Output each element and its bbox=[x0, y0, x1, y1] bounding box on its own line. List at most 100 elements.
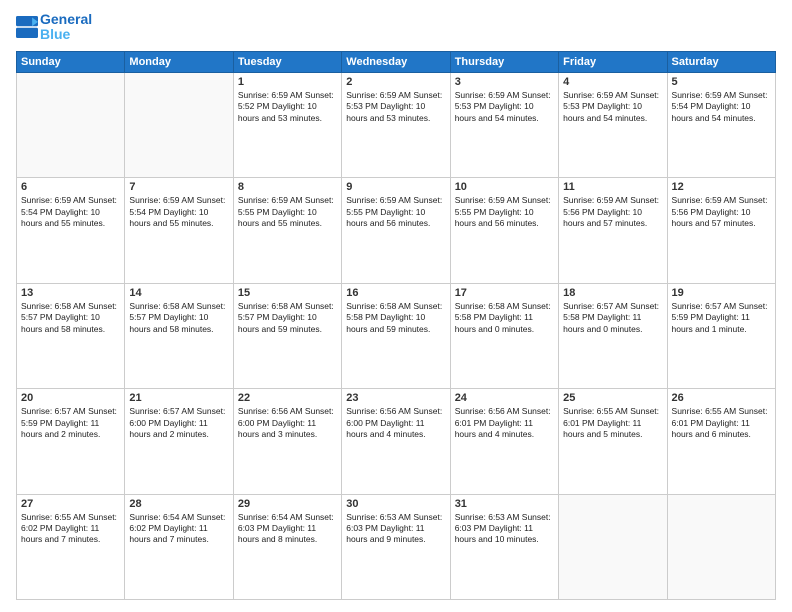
calendar-cell: 29 Sunrise: 6:54 AM Sunset: 6:03 PM Dayli… bbox=[233, 494, 341, 599]
header: General Blue bbox=[16, 12, 776, 43]
day-number: 13 bbox=[21, 287, 120, 299]
logo-icon bbox=[16, 16, 38, 38]
weekday-header: Tuesday bbox=[233, 51, 341, 72]
calendar-cell bbox=[17, 72, 125, 177]
weekday-header: Thursday bbox=[450, 51, 558, 72]
calendar-cell: 3Sunrise: 6:59 AM Sunset: 5:53 PM Daylig… bbox=[450, 72, 558, 177]
cell-info: Sunrise: 6:59 AM Sunset: 5:54 PM Dayligh… bbox=[129, 195, 228, 229]
calendar-cell: 13 Sunrise: 6:58 AM Sunset: 5:57 PM Dayli… bbox=[17, 283, 125, 388]
calendar-week-row: 6Sunrise: 6:59 AM Sunset: 5:54 PM Daylig… bbox=[17, 178, 776, 283]
calendar-cell: 2Sunrise: 6:59 AM Sunset: 5:53 PM Daylig… bbox=[342, 72, 450, 177]
calendar-cell: 23 Sunrise: 6:56 AM Sunset: 6:00 PM Dayli… bbox=[342, 389, 450, 494]
cell-info: Sunrise: 6:56 AM Sunset: 6:00 PM Dayligh… bbox=[238, 406, 337, 440]
weekday-header: Saturday bbox=[667, 51, 775, 72]
calendar-header-row: SundayMondayTuesdayWednesdayThursdayFrid… bbox=[17, 51, 776, 72]
day-number: 20 bbox=[21, 392, 120, 404]
calendar-cell bbox=[559, 494, 667, 599]
cell-info: Sunrise: 6:59 AM Sunset: 5:53 PM Dayligh… bbox=[563, 90, 662, 124]
day-number: 15 bbox=[238, 287, 337, 299]
cell-info: Sunrise: 6:57 AM Sunset: 5:59 PM Dayligh… bbox=[21, 406, 120, 440]
cell-info: Sunrise: 6:58 AM Sunset: 5:57 PM Dayligh… bbox=[21, 301, 120, 335]
calendar-cell: 28 Sunrise: 6:54 AM Sunset: 6:02 PM Dayli… bbox=[125, 494, 233, 599]
calendar-cell: 5Sunrise: 6:59 AM Sunset: 5:54 PM Daylig… bbox=[667, 72, 775, 177]
day-number: 19 bbox=[672, 287, 771, 299]
day-number: 11 bbox=[563, 181, 662, 193]
cell-info: Sunrise: 6:56 AM Sunset: 6:01 PM Dayligh… bbox=[455, 406, 554, 440]
calendar-cell: 12 Sunrise: 6:59 AM Sunset: 5:56 PM Dayli… bbox=[667, 178, 775, 283]
day-number: 9 bbox=[346, 181, 445, 193]
day-number: 14 bbox=[129, 287, 228, 299]
calendar-cell: 4 Sunrise: 6:59 AM Sunset: 5:53 PM Daylig… bbox=[559, 72, 667, 177]
cell-info: Sunrise: 6:59 AM Sunset: 5:55 PM Dayligh… bbox=[346, 195, 445, 229]
calendar-cell: 21Sunrise: 6:57 AM Sunset: 6:00 PM Dayli… bbox=[125, 389, 233, 494]
cell-info: Sunrise: 6:57 AM Sunset: 5:59 PM Dayligh… bbox=[672, 301, 771, 335]
cell-info: Sunrise: 6:59 AM Sunset: 5:56 PM Dayligh… bbox=[672, 195, 771, 229]
calendar-week-row: 20 Sunrise: 6:57 AM Sunset: 5:59 PM Dayli… bbox=[17, 389, 776, 494]
day-number: 27 bbox=[21, 498, 120, 510]
day-number: 4 bbox=[563, 76, 662, 88]
day-number: 22 bbox=[238, 392, 337, 404]
calendar-week-row: 1 Sunrise: 6:59 AM Sunset: 5:52 PM Daylig… bbox=[17, 72, 776, 177]
calendar-cell: 24 Sunrise: 6:56 AM Sunset: 6:01 PM Dayli… bbox=[450, 389, 558, 494]
day-number: 12 bbox=[672, 181, 771, 193]
cell-info: Sunrise: 6:55 AM Sunset: 6:02 PM Dayligh… bbox=[21, 512, 120, 546]
day-number: 26 bbox=[672, 392, 771, 404]
weekday-header: Monday bbox=[125, 51, 233, 72]
logo-text: General Blue bbox=[40, 12, 92, 43]
day-number: 8 bbox=[238, 181, 337, 193]
calendar-cell: 17Sunrise: 6:58 AM Sunset: 5:58 PM Dayli… bbox=[450, 283, 558, 388]
day-number: 16 bbox=[346, 287, 445, 299]
calendar-week-row: 27 Sunrise: 6:55 AM Sunset: 6:02 PM Dayli… bbox=[17, 494, 776, 599]
cell-info: Sunrise: 6:59 AM Sunset: 5:54 PM Dayligh… bbox=[672, 90, 771, 124]
day-number: 25 bbox=[563, 392, 662, 404]
day-number: 7 bbox=[129, 181, 228, 193]
cell-info: Sunrise: 6:59 AM Sunset: 5:55 PM Dayligh… bbox=[238, 195, 337, 229]
calendar-cell: 9 Sunrise: 6:59 AM Sunset: 5:55 PM Daylig… bbox=[342, 178, 450, 283]
day-number: 29 bbox=[238, 498, 337, 510]
cell-info: Sunrise: 6:58 AM Sunset: 5:57 PM Dayligh… bbox=[129, 301, 228, 335]
calendar-cell: 26 Sunrise: 6:55 AM Sunset: 6:01 PM Dayli… bbox=[667, 389, 775, 494]
calendar-cell: 11 Sunrise: 6:59 AM Sunset: 5:56 PM Dayli… bbox=[559, 178, 667, 283]
day-number: 28 bbox=[129, 498, 228, 510]
calendar-cell bbox=[667, 494, 775, 599]
calendar-cell: 20 Sunrise: 6:57 AM Sunset: 5:59 PM Dayli… bbox=[17, 389, 125, 494]
calendar-cell: 10 Sunrise: 6:59 AM Sunset: 5:55 PM Dayli… bbox=[450, 178, 558, 283]
calendar-cell: 14 Sunrise: 6:58 AM Sunset: 5:57 PM Dayli… bbox=[125, 283, 233, 388]
day-number: 10 bbox=[455, 181, 554, 193]
calendar-cell: 18Sunrise: 6:57 AM Sunset: 5:58 PM Dayli… bbox=[559, 283, 667, 388]
cell-info: Sunrise: 6:56 AM Sunset: 6:00 PM Dayligh… bbox=[346, 406, 445, 440]
cell-info: Sunrise: 6:59 AM Sunset: 5:55 PM Dayligh… bbox=[455, 195, 554, 229]
cell-info: Sunrise: 6:58 AM Sunset: 5:58 PM Dayligh… bbox=[346, 301, 445, 335]
logo: General Blue bbox=[16, 12, 92, 43]
weekday-header: Sunday bbox=[17, 51, 125, 72]
day-number: 23 bbox=[346, 392, 445, 404]
cell-info: Sunrise: 6:54 AM Sunset: 6:02 PM Dayligh… bbox=[129, 512, 228, 546]
day-number: 2 bbox=[346, 76, 445, 88]
day-number: 17 bbox=[455, 287, 554, 299]
cell-info: Sunrise: 6:59 AM Sunset: 5:52 PM Dayligh… bbox=[238, 90, 337, 124]
calendar-cell: 8 Sunrise: 6:59 AM Sunset: 5:55 PM Daylig… bbox=[233, 178, 341, 283]
day-number: 31 bbox=[455, 498, 554, 510]
day-number: 3 bbox=[455, 76, 554, 88]
cell-info: Sunrise: 6:53 AM Sunset: 6:03 PM Dayligh… bbox=[346, 512, 445, 546]
cell-info: Sunrise: 6:55 AM Sunset: 6:01 PM Dayligh… bbox=[563, 406, 662, 440]
calendar-cell: 22 Sunrise: 6:56 AM Sunset: 6:00 PM Dayli… bbox=[233, 389, 341, 494]
cell-info: Sunrise: 6:59 AM Sunset: 5:54 PM Dayligh… bbox=[21, 195, 120, 229]
calendar-cell: 16 Sunrise: 6:58 AM Sunset: 5:58 PM Dayli… bbox=[342, 283, 450, 388]
day-number: 21 bbox=[129, 392, 228, 404]
cell-info: Sunrise: 6:59 AM Sunset: 5:56 PM Dayligh… bbox=[563, 195, 662, 229]
calendar-cell bbox=[125, 72, 233, 177]
cell-info: Sunrise: 6:54 AM Sunset: 6:03 PM Dayligh… bbox=[238, 512, 337, 546]
cell-info: Sunrise: 6:58 AM Sunset: 5:57 PM Dayligh… bbox=[238, 301, 337, 335]
cell-info: Sunrise: 6:53 AM Sunset: 6:03 PM Dayligh… bbox=[455, 512, 554, 546]
day-number: 24 bbox=[455, 392, 554, 404]
calendar-cell: 7 Sunrise: 6:59 AM Sunset: 5:54 PM Daylig… bbox=[125, 178, 233, 283]
day-number: 30 bbox=[346, 498, 445, 510]
day-number: 1 bbox=[238, 76, 337, 88]
calendar-cell: 31 Sunrise: 6:53 AM Sunset: 6:03 PM Dayli… bbox=[450, 494, 558, 599]
calendar-table: SundayMondayTuesdayWednesdayThursdayFrid… bbox=[16, 51, 776, 600]
weekday-header: Wednesday bbox=[342, 51, 450, 72]
cell-info: Sunrise: 6:55 AM Sunset: 6:01 PM Dayligh… bbox=[672, 406, 771, 440]
calendar-cell: 1 Sunrise: 6:59 AM Sunset: 5:52 PM Daylig… bbox=[233, 72, 341, 177]
calendar-cell: 25 Sunrise: 6:55 AM Sunset: 6:01 PM Dayli… bbox=[559, 389, 667, 494]
